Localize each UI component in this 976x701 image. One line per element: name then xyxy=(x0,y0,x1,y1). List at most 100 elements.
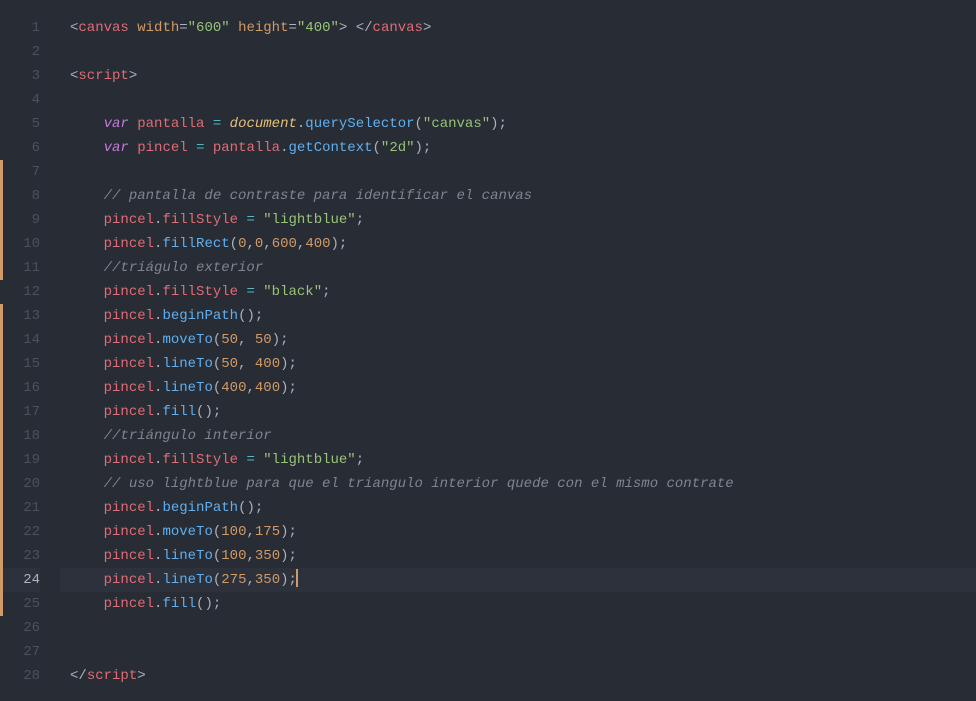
code-line[interactable]: pincel.fill(); xyxy=(60,400,976,424)
code-token: beginPath xyxy=(162,308,238,324)
code-line[interactable]: pincel.fillStyle = "black"; xyxy=(60,280,976,304)
code-token: // uso lightblue para que el triangulo i… xyxy=(104,476,743,492)
code-token: script xyxy=(78,68,128,84)
code-token: ( xyxy=(213,548,221,564)
code-token xyxy=(70,500,104,516)
line-number: 25 xyxy=(0,592,40,616)
line-number: 9 xyxy=(0,208,40,232)
line-number: 1 xyxy=(0,16,40,40)
code-token: ( xyxy=(230,236,238,252)
line-number: 15 xyxy=(0,352,40,376)
code-token xyxy=(129,116,137,132)
code-token: ); xyxy=(280,356,297,372)
code-token: fillStyle xyxy=(162,212,238,228)
code-token: "lightblue" xyxy=(263,452,355,468)
code-token: pantalla xyxy=(213,140,280,156)
code-token: ; xyxy=(356,212,364,228)
code-token: moveTo xyxy=(162,332,212,348)
code-token: , xyxy=(246,236,254,252)
code-token xyxy=(70,380,104,396)
code-line[interactable] xyxy=(60,160,976,184)
code-line[interactable] xyxy=(60,88,976,112)
code-token: canvas xyxy=(78,20,128,36)
code-line[interactable]: pincel.fillRect(0,0,600,400); xyxy=(60,232,976,256)
code-token: fill xyxy=(162,596,196,612)
code-line[interactable]: //triángulo interior xyxy=(60,424,976,448)
code-line[interactable]: pincel.moveTo(50, 50); xyxy=(60,328,976,352)
code-token xyxy=(70,284,104,300)
code-token: moveTo xyxy=(162,524,212,540)
code-token: pincel xyxy=(104,356,154,372)
code-line[interactable]: pincel.lineTo(50, 400); xyxy=(60,352,976,376)
code-line[interactable]: var pantalla = document.querySelector("c… xyxy=(60,112,976,136)
code-line[interactable]: pincel.fillStyle = "lightblue"; xyxy=(60,208,976,232)
code-line[interactable]: <canvas width="600" height="400"> </canv… xyxy=(60,16,976,40)
code-line[interactable]: // pantalla de contraste para identifica… xyxy=(60,184,976,208)
code-line[interactable]: <script> xyxy=(60,64,976,88)
code-token: ); xyxy=(490,116,507,132)
code-line[interactable]: pincel.fillStyle = "lightblue"; xyxy=(60,448,976,472)
line-number: 28 xyxy=(0,664,40,688)
code-token: > xyxy=(137,668,145,684)
code-editor[interactable]: 1234567891011121314151617181920212223242… xyxy=(0,0,976,701)
code-token: height xyxy=(238,20,288,36)
code-token: = xyxy=(179,20,187,36)
code-line[interactable]: pincel.beginPath(); xyxy=(60,496,976,520)
line-number: 3 xyxy=(0,64,40,88)
line-number: 17 xyxy=(0,400,40,424)
line-number: 16 xyxy=(0,376,40,400)
code-token: 350 xyxy=(255,572,280,588)
code-token: = xyxy=(246,452,254,468)
code-line[interactable] xyxy=(60,40,976,64)
code-token xyxy=(70,428,104,444)
code-token xyxy=(221,116,229,132)
code-line[interactable]: // uso lightblue para que el triangulo i… xyxy=(60,472,976,496)
code-token: ( xyxy=(213,572,221,588)
code-line[interactable]: var pincel = pantalla.getContext("2d"); xyxy=(60,136,976,160)
line-number: 26 xyxy=(0,616,40,640)
code-line[interactable] xyxy=(60,616,976,640)
code-token xyxy=(129,20,137,36)
line-number: 23 xyxy=(0,544,40,568)
code-token: //triágulo exterior xyxy=(104,260,264,276)
code-line[interactable]: </script> xyxy=(60,664,976,688)
code-token: > xyxy=(423,20,431,36)
code-line[interactable]: pincel.lineTo(100,350); xyxy=(60,544,976,568)
code-line[interactable] xyxy=(60,640,976,664)
code-line[interactable]: pincel.lineTo(400,400); xyxy=(60,376,976,400)
code-token: lineTo xyxy=(162,572,212,588)
code-area[interactable]: <canvas width="600" height="400"> </canv… xyxy=(60,0,976,701)
code-token: pincel xyxy=(104,596,154,612)
code-token: , xyxy=(246,572,254,588)
line-number: 5 xyxy=(0,112,40,136)
code-token: 50 xyxy=(221,356,238,372)
code-token: > xyxy=(129,68,137,84)
code-token: ); xyxy=(280,572,297,588)
code-token: = xyxy=(213,116,221,132)
code-line[interactable]: //triágulo exterior xyxy=(60,256,976,280)
line-number: 24 xyxy=(0,568,40,592)
code-line[interactable]: pincel.beginPath(); xyxy=(60,304,976,328)
code-token xyxy=(70,188,104,204)
code-token: document xyxy=(230,116,297,132)
code-token: fillStyle xyxy=(162,284,238,300)
code-token: pincel xyxy=(104,452,154,468)
code-token: 50 xyxy=(255,332,272,348)
code-token: . xyxy=(280,140,288,156)
code-token: "600" xyxy=(188,20,230,36)
code-line[interactable]: pincel.lineTo(275,350); xyxy=(60,568,976,592)
code-line[interactable]: pincel.fill(); xyxy=(60,592,976,616)
code-token: ( xyxy=(213,380,221,396)
code-token: script xyxy=(87,668,137,684)
code-line[interactable]: pincel.moveTo(100,175); xyxy=(60,520,976,544)
code-token: getContext xyxy=(289,140,373,156)
modified-marker xyxy=(0,160,3,280)
code-token xyxy=(129,140,137,156)
code-token: pincel xyxy=(137,140,187,156)
code-token: 175 xyxy=(255,524,280,540)
code-token: , xyxy=(246,380,254,396)
line-number: 18 xyxy=(0,424,40,448)
line-number: 27 xyxy=(0,640,40,664)
code-token xyxy=(70,548,104,564)
code-token: canvas xyxy=(373,20,423,36)
